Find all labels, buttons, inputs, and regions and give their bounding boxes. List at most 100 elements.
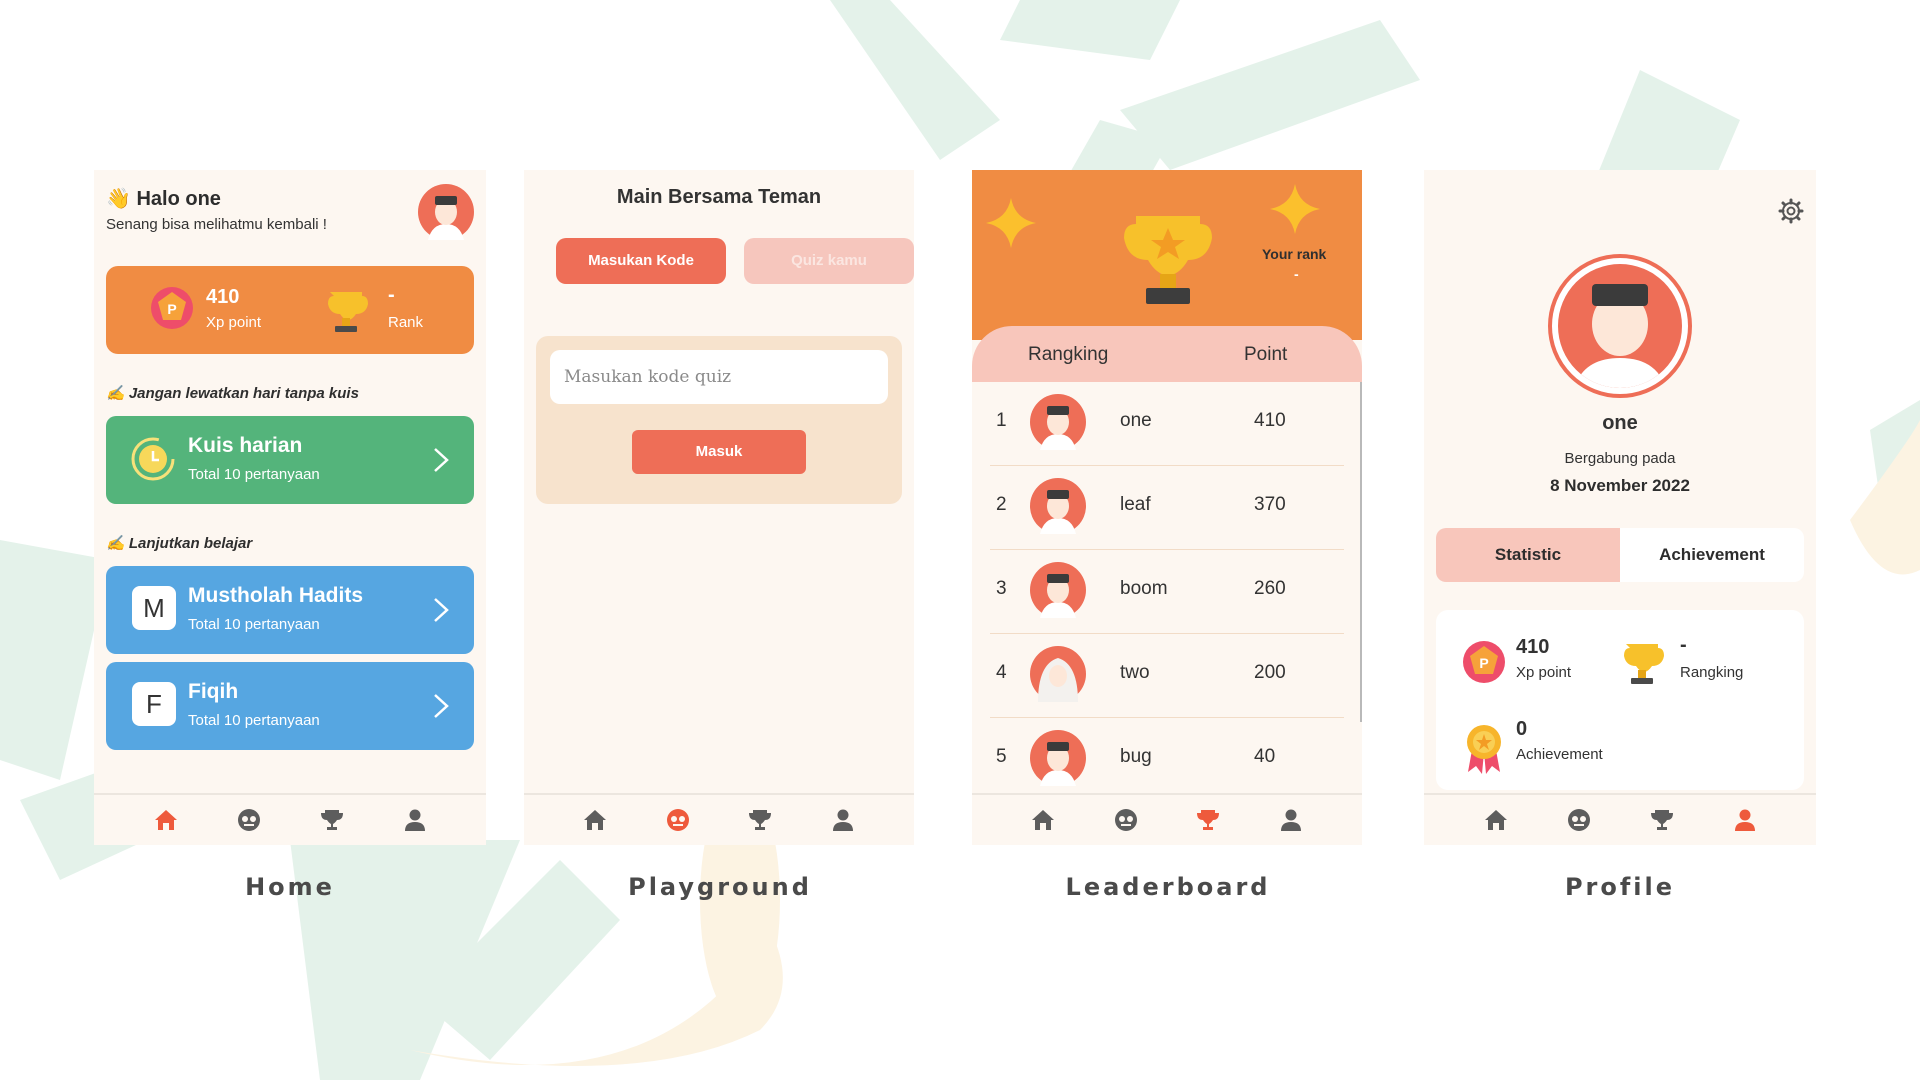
nav-home[interactable] <box>1476 800 1516 840</box>
xp-value: 410 <box>1516 636 1550 658</box>
nav-profile[interactable] <box>823 800 863 840</box>
avatar <box>1030 478 1086 534</box>
profile-icon <box>1734 809 1755 831</box>
row-rank: 3 <box>996 578 1007 599</box>
quiz-code-input[interactable] <box>550 350 888 404</box>
row-name: one <box>1120 410 1152 431</box>
leaderboard-column-headers: Rangking Point <box>972 326 1362 382</box>
statistic-panel: P 410 Xp point - Rangking 0 Achievement <box>1436 610 1804 790</box>
nav-leaderboard[interactable] <box>312 800 352 840</box>
join-button[interactable]: Masuk <box>632 430 806 474</box>
playground-icon <box>237 809 260 831</box>
caption-playground: Playground <box>628 873 812 901</box>
course-subtitle: Total 10 pertanyaan <box>188 616 320 633</box>
caption-home: Home <box>245 873 335 901</box>
table-row[interactable]: 3 boom 260 <box>990 550 1344 634</box>
tab-achievement[interactable]: Achievement <box>1620 528 1804 582</box>
achievement-label: Achievement <box>1516 746 1603 763</box>
joined-date: 8 November 2022 <box>1550 476 1690 495</box>
table-row[interactable]: 2 leaf 370 <box>990 466 1344 550</box>
row-rank: 2 <box>996 494 1007 515</box>
trophy-icon <box>749 810 772 830</box>
course-card-mustholah[interactable]: M Mustholah Hadits Total 10 pertanyaan <box>106 566 474 654</box>
nav-leaderboard[interactable] <box>1642 800 1682 840</box>
tab-enter-code[interactable]: Masukan Kode <box>556 238 726 284</box>
nav-playground[interactable] <box>658 800 698 840</box>
row-points: 410 <box>1254 410 1286 431</box>
row-name: boom <box>1120 578 1168 599</box>
nav-profile[interactable] <box>1271 800 1311 840</box>
nav-playground[interactable] <box>1559 800 1599 840</box>
trophy-icon <box>1124 216 1212 304</box>
section-continue-label: ✍️ Lanjutkan belajar <box>106 535 253 552</box>
course-card-fiqih[interactable]: F Fiqih Total 10 pertanyaan <box>106 662 474 750</box>
avatar <box>1030 562 1086 618</box>
nav-home[interactable] <box>575 800 615 840</box>
bottom-nav <box>94 793 486 845</box>
bottom-nav <box>524 793 914 845</box>
nav-playground[interactable] <box>1106 800 1146 840</box>
caption-leaderboard: Leaderboard <box>1065 873 1271 901</box>
profile-tabs: Statistic Achievement <box>1436 528 1804 582</box>
row-points: 200 <box>1254 662 1286 683</box>
profile-screen: one Bergabung pada 8 November 2022 Stati… <box>1424 170 1816 845</box>
table-row[interactable]: 1 one 410 <box>990 382 1344 466</box>
profile-avatar[interactable] <box>1548 254 1692 398</box>
nav-leaderboard[interactable] <box>1188 800 1228 840</box>
course-title: Mustholah Hadits <box>188 584 364 607</box>
nav-profile[interactable] <box>395 800 435 840</box>
row-points: 40 <box>1254 746 1276 767</box>
playground-icon <box>1567 809 1590 831</box>
trophy-icon <box>320 810 343 830</box>
avatar[interactable] <box>418 184 474 240</box>
row-rank: 5 <box>996 746 1007 767</box>
leaderboard-screen: Your rank - Rangking Point 1 one 410 2 l… <box>972 170 1362 845</box>
profile-icon <box>1280 809 1301 831</box>
nav-leaderboard[interactable] <box>740 800 780 840</box>
row-rank: 4 <box>996 662 1007 683</box>
bottom-nav <box>972 793 1362 845</box>
greeting-subtitle: Senang bisa melihatmu kembali ! <box>106 216 327 233</box>
page-title: Main Bersama Teman <box>616 186 822 208</box>
daily-quiz-card[interactable]: Kuis harian Total 10 pertanyaan <box>106 416 474 504</box>
course-title: Fiqih <box>188 680 239 703</box>
svg-text:P: P <box>167 301 176 317</box>
home-icon <box>1032 810 1055 830</box>
star-icon <box>986 198 1036 248</box>
trophy-icon <box>328 292 368 332</box>
scrollbar[interactable] <box>1360 382 1362 722</box>
home-screen: 👋 Halo one Senang bisa melihatmu kembali… <box>94 170 486 845</box>
rank-value: - <box>1680 634 1687 656</box>
achievement-value: 0 <box>1516 718 1528 740</box>
greeting-title: 👋 Halo one <box>106 188 221 210</box>
course-letter: F <box>132 682 176 726</box>
tab-your-quiz[interactable]: Quiz kamu <box>744 238 914 284</box>
tab-statistic[interactable]: Statistic <box>1436 528 1620 582</box>
row-rank: 1 <box>996 410 1007 431</box>
clock-icon <box>131 437 175 481</box>
chevron-right-icon <box>434 448 449 472</box>
your-rank-label: Your rank <box>1262 246 1327 262</box>
avatar <box>1030 394 1086 450</box>
table-row[interactable]: 4 two 200 <box>990 634 1344 718</box>
nav-home[interactable] <box>1023 800 1063 840</box>
xp-value: 410 <box>206 286 240 308</box>
nav-home[interactable] <box>146 800 186 840</box>
xp-medal-icon: P <box>1463 641 1505 683</box>
your-rank-value: - <box>1294 266 1299 282</box>
nav-playground[interactable] <box>229 800 269 840</box>
row-points: 370 <box>1254 494 1286 515</box>
course-letter: M <box>132 586 176 630</box>
bottom-nav <box>1424 793 1816 845</box>
playground-icon <box>1114 809 1137 831</box>
avatar <box>1030 730 1086 786</box>
gear-icon[interactable] <box>1778 198 1804 224</box>
nav-profile[interactable] <box>1725 800 1765 840</box>
avatar <box>1030 646 1086 702</box>
table-row[interactable]: 5 bug 40 <box>990 718 1344 802</box>
xp-label: Xp point <box>206 314 262 331</box>
trophy-icon <box>1624 644 1664 684</box>
home-icon <box>1484 810 1507 830</box>
leaderboard-list[interactable]: 1 one 410 2 leaf 370 3 boom 260 4 two 20… <box>972 382 1362 794</box>
row-name: bug <box>1120 746 1152 767</box>
